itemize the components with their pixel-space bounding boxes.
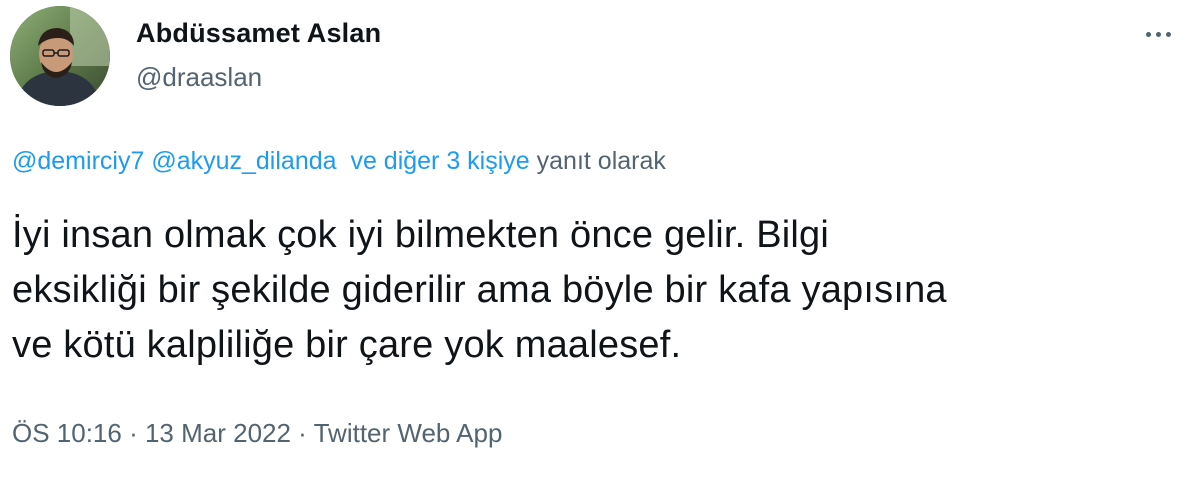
replying-to: @demirciy7 @akyuz_dilanda ve diğer 3 kiş… [12, 147, 666, 176]
tweet-text-line: ve kötü kalpliliğe bir çare yok maalesef… [12, 324, 682, 366]
others-link[interactable]: ve diğer 3 kişiye [350, 147, 529, 175]
reply-suffix: yanıt olarak [536, 147, 666, 175]
mention-link[interactable]: @demirciy7 [12, 147, 144, 175]
separator: · [121, 418, 145, 448]
tweet-date[interactable]: 13 Mar 2022 [145, 418, 291, 448]
author-handle[interactable]: @draaslan [136, 62, 262, 93]
tweet-time[interactable]: ÖS 10:16 [12, 418, 122, 448]
tweet-text-line: İyi insan olmak çok iyi bilmekten önce g… [12, 214, 829, 256]
more-horizontal-icon-dot [1155, 31, 1161, 37]
avatar-image [10, 6, 110, 106]
tweet-card: Abdüssamet Aslan @draaslan @demirciy7 @a… [0, 0, 1200, 480]
tweet-text-line: eksikliği bir şekilde giderilir ama böyl… [12, 269, 947, 311]
more-options-button[interactable] [1138, 22, 1178, 46]
more-horizontal-icon-dot [1165, 31, 1171, 37]
tweet-metadata: ÖS 10:16 · 13 Mar 2022 · Twitter Web App [12, 418, 502, 449]
more-horizontal-icon [1145, 31, 1151, 37]
tweet-text: İyi insan olmak çok iyi bilmekten önce g… [12, 208, 1182, 373]
avatar[interactable] [10, 6, 110, 106]
separator: · [290, 418, 314, 448]
mention-link[interactable]: @akyuz_dilanda [151, 147, 336, 175]
author-name[interactable]: Abdüssamet Aslan [136, 18, 381, 49]
tweet-source[interactable]: Twitter Web App [314, 418, 503, 448]
